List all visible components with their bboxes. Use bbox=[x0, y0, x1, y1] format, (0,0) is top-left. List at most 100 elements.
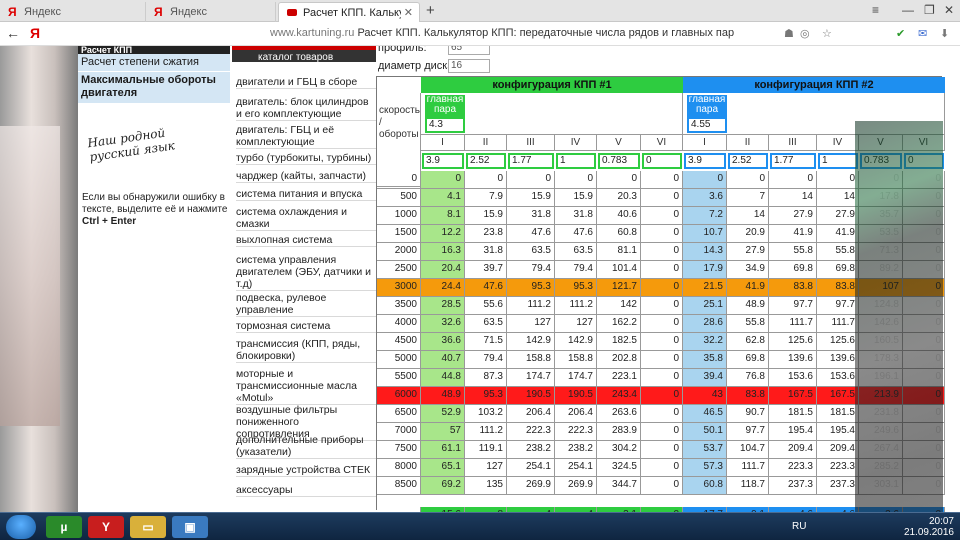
catalog-item[interactable]: выхлопная система bbox=[236, 234, 376, 247]
speed-cell-1: 0 bbox=[641, 261, 683, 279]
speed-cell-2: 97.7 bbox=[817, 297, 859, 315]
ratio-input-2[interactable]: 1 bbox=[818, 153, 858, 169]
catalog-item[interactable]: подвеска, рулевое управление bbox=[236, 292, 376, 317]
speed-cell-2: 83.8 bbox=[727, 387, 769, 405]
catalog-item[interactable]: аксессуары bbox=[236, 484, 376, 497]
close-window-icon[interactable]: ✕ bbox=[944, 3, 954, 17]
speed-cell-1: 0 bbox=[555, 171, 597, 189]
profile-input[interactable]: 65 bbox=[448, 46, 490, 55]
catalog-item[interactable]: тормозная система bbox=[236, 320, 376, 333]
star-icon[interactable]: ☆ bbox=[822, 27, 832, 40]
main-pair-input-1[interactable]: 4.3 bbox=[425, 117, 465, 133]
new-tab-button[interactable]: + bbox=[426, 2, 435, 19]
start-button[interactable] bbox=[6, 515, 36, 539]
speed-cell-1: 79.4 bbox=[555, 261, 597, 279]
image-viewer-icon[interactable]: ▣ bbox=[172, 516, 208, 538]
speed-cell-1: 79.4 bbox=[507, 261, 555, 279]
speed-cell-1: 0 bbox=[641, 189, 683, 207]
folder-icon[interactable]: ▭ bbox=[130, 516, 166, 538]
gear-header: V bbox=[597, 135, 641, 151]
bookmark-icon[interactable]: ☗ bbox=[784, 27, 794, 40]
ratio-input-1[interactable]: 2.52 bbox=[466, 153, 506, 169]
sidebar-header: Расчет КПП bbox=[78, 46, 230, 54]
browser-tab-3-active[interactable]: Расчет КПП. Калькулятор ✕ bbox=[278, 2, 420, 22]
speed-cell-2: 0 bbox=[727, 171, 769, 189]
catalog-item[interactable]: чарджер (кайты, запчасти) bbox=[236, 170, 376, 183]
rpm-cell: 7000 bbox=[377, 423, 421, 441]
ratio-input-2[interactable]: 2.52 bbox=[728, 153, 768, 169]
speed-cell-2: 0 bbox=[769, 171, 817, 189]
speed-cell-1: 269.9 bbox=[555, 477, 597, 495]
ratio-input-2[interactable]: 3.9 bbox=[684, 153, 726, 169]
speed-cell-1: 63.5 bbox=[465, 315, 507, 333]
speed-cell-1: 0 bbox=[641, 243, 683, 261]
speed-cell-2: 125.6 bbox=[817, 333, 859, 351]
catalog-item[interactable]: двигатель: ГБЦ и её комплектующие bbox=[236, 124, 376, 149]
speed-cell-2: 104.7 bbox=[727, 441, 769, 459]
catalog-item[interactable]: трансмиссия (КПП, ряды, блокировки) bbox=[236, 338, 376, 363]
back-arrow-icon[interactable]: ← bbox=[6, 25, 20, 41]
speed-cell-2: 69.8 bbox=[769, 261, 817, 279]
sidebar-item-max-rpm[interactable]: Максимальные обороты двигателя bbox=[78, 72, 230, 104]
close-tab-icon[interactable]: ✕ bbox=[404, 3, 413, 23]
main-pair-input-2[interactable]: 4.55 bbox=[687, 117, 727, 133]
sidebar-item-compression[interactable]: Расчет степени сжатия bbox=[78, 54, 230, 72]
yandex-logo-icon[interactable]: Я bbox=[30, 25, 40, 41]
speed-cell-1: 344.7 bbox=[597, 477, 641, 495]
speed-cell-1: 39.7 bbox=[465, 261, 507, 279]
shield-icon[interactable]: ✔ bbox=[896, 27, 905, 40]
browser-tab-2[interactable]: Я Яндекс bbox=[146, 2, 276, 22]
disk-input[interactable]: 16 bbox=[448, 59, 490, 73]
utorrent-icon[interactable]: µ bbox=[46, 516, 82, 538]
speed-cell-1: 63.5 bbox=[555, 243, 597, 261]
yandex-browser-icon[interactable]: Y bbox=[88, 516, 124, 538]
catalog-item[interactable]: двигатель: блок цилиндров и его комплект… bbox=[236, 96, 376, 121]
speed-cell-1: 55.6 bbox=[465, 297, 507, 315]
speed-cell-1: 0 bbox=[641, 459, 683, 477]
speed-cell-2: 25.1 bbox=[683, 297, 727, 315]
catalog-item[interactable]: моторные и трансмиссионные масла «Motul» bbox=[236, 368, 376, 405]
disk-label: диаметр диска: bbox=[378, 60, 457, 72]
speed-cell-2: 35.8 bbox=[683, 351, 727, 369]
minimize-icon[interactable]: — bbox=[902, 3, 914, 17]
ratio-input-1[interactable]: 1 bbox=[556, 153, 596, 169]
speed-cell-2: 181.5 bbox=[769, 405, 817, 423]
speed-cell-2: 46.5 bbox=[683, 405, 727, 423]
catalog-item[interactable]: система управления двигателем (ЭБУ, датч… bbox=[236, 254, 376, 291]
mail-icon[interactable]: ✉ bbox=[918, 27, 927, 40]
speed-cell-1: 111.2 bbox=[555, 297, 597, 315]
speed-cell-1: 158.8 bbox=[507, 351, 555, 369]
speed-cell-2: 111.7 bbox=[727, 459, 769, 477]
ratio-input-1[interactable]: 0 bbox=[642, 153, 682, 169]
speed-cell-2: 7.2 bbox=[683, 207, 727, 225]
catalog-item[interactable]: система охлаждения и смазки bbox=[236, 206, 376, 231]
catalog-item[interactable]: двигатели и ГБЦ в сборе bbox=[236, 76, 376, 89]
clock[interactable]: 20:07 21.09.2016 bbox=[904, 516, 954, 538]
browser-tab-1[interactable]: Я Яндекс bbox=[0, 2, 146, 22]
speed-cell-1: 20.4 bbox=[421, 261, 465, 279]
url-field[interactable]: www.kartuning.ru Расчет КПП. Калькулятор… bbox=[270, 27, 734, 39]
speed-cell-2: 209.4 bbox=[769, 441, 817, 459]
catalog-item[interactable]: турбо (турбокиты, турбины) bbox=[236, 152, 376, 165]
ratio-input-1[interactable]: 0.783 bbox=[598, 153, 640, 169]
ratio-input-1[interactable]: 3.9 bbox=[422, 153, 464, 169]
restore-icon[interactable]: ❐ bbox=[924, 3, 935, 17]
speed-cell-1: 190.5 bbox=[507, 387, 555, 405]
speed-cell-1: 61.1 bbox=[421, 441, 465, 459]
ratio-input-2[interactable]: 1.77 bbox=[770, 153, 816, 169]
ratio-input-1[interactable]: 1.77 bbox=[508, 153, 554, 169]
language-indicator[interactable]: RU bbox=[792, 521, 806, 532]
page-content: Расчет КПП Расчет степени сжатия Максима… bbox=[0, 46, 960, 512]
kartuning-icon bbox=[287, 9, 297, 16]
download-icon[interactable]: ⬇ bbox=[940, 27, 949, 40]
catalog-item[interactable]: система питания и впуска bbox=[236, 188, 376, 201]
catalog-item[interactable]: зарядные устройства СТЕК bbox=[236, 464, 376, 477]
extension-icon[interactable]: ◎ bbox=[800, 27, 810, 40]
speed-cell-1: 0 bbox=[597, 171, 641, 189]
speed-cell-1: 142 bbox=[597, 297, 641, 315]
gear-header: IV bbox=[817, 135, 859, 151]
speed-cell-2: 55.8 bbox=[727, 315, 769, 333]
speed-cell-2: 69.8 bbox=[817, 261, 859, 279]
menu-icon[interactable]: ≡ bbox=[872, 3, 879, 17]
catalog-item[interactable]: дополнительные приборы (указатели) bbox=[236, 434, 376, 459]
